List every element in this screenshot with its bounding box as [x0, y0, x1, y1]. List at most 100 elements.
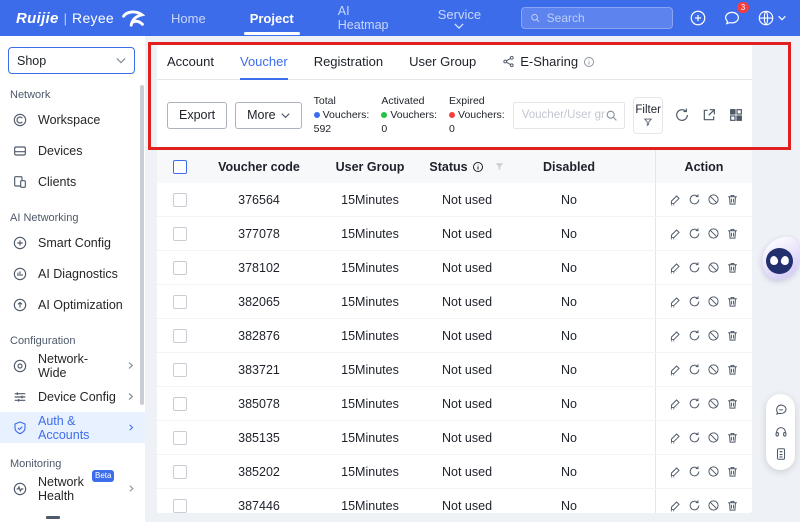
- header-user-group[interactable]: User Group: [315, 160, 425, 174]
- ban-icon[interactable]: [707, 499, 720, 512]
- row-checkbox[interactable]: [173, 430, 187, 445]
- nav-item-home[interactable]: Home: [167, 0, 210, 36]
- delete-icon[interactable]: [726, 193, 739, 206]
- row-checkbox[interactable]: [173, 498, 187, 513]
- sidebar-item-devices[interactable]: Devices: [0, 135, 145, 166]
- table-row[interactable]: 382065 15Minutes Not used No: [157, 285, 752, 319]
- delete-icon[interactable]: [726, 397, 739, 410]
- sidebar-scrollbar[interactable]: [140, 85, 144, 405]
- sidebar-item-clients[interactable]: Clients: [0, 166, 145, 197]
- search-icon[interactable]: [605, 109, 618, 122]
- edit-icon[interactable]: [669, 329, 682, 342]
- sidebar-item-workspace[interactable]: Workspace: [0, 104, 145, 135]
- delete-icon[interactable]: [726, 431, 739, 444]
- tab-registration[interactable]: Registration: [314, 44, 383, 79]
- ai-assistant-mascot[interactable]: [759, 233, 800, 283]
- export-button[interactable]: Export: [167, 101, 228, 129]
- nav-item-ai-heatmap[interactable]: AI Heatmap: [334, 0, 398, 36]
- tab-account[interactable]: Account: [167, 44, 214, 79]
- delete-icon[interactable]: [726, 329, 739, 342]
- grid-icon[interactable]: [728, 107, 744, 123]
- headset-icon[interactable]: [774, 425, 788, 439]
- nav-item-service[interactable]: Service: [434, 0, 485, 36]
- sidebar-item-auth-accounts[interactable]: Auth & Accounts: [0, 412, 145, 443]
- sidebar-item-device-config[interactable]: Device Config: [0, 381, 145, 412]
- table-row[interactable]: 377078 15Minutes Not used No: [157, 217, 752, 251]
- sidebar-item-network-wide[interactable]: Network-Wide: [0, 350, 145, 381]
- table-row[interactable]: 376564 15Minutes Not used No: [157, 183, 752, 217]
- voucher-search-input[interactable]: [521, 109, 606, 121]
- org-selector-dropdown[interactable]: Shop: [8, 47, 135, 74]
- nav-item-project[interactable]: Project: [243, 0, 300, 36]
- tab-e-sharing[interactable]: E-Sharing: [502, 44, 595, 79]
- language-selector[interactable]: [757, 9, 786, 27]
- row-checkbox[interactable]: [173, 226, 187, 241]
- feedback-chat-icon[interactable]: [774, 403, 788, 417]
- table-row[interactable]: 387446 15Minutes Not used No: [157, 489, 752, 513]
- edit-icon[interactable]: [669, 363, 682, 376]
- ban-icon[interactable]: [707, 397, 720, 410]
- ban-icon[interactable]: [707, 193, 720, 206]
- row-checkbox[interactable]: [173, 362, 187, 377]
- table-row[interactable]: 385135 15Minutes Not used No: [157, 421, 752, 455]
- global-search[interactable]: [521, 7, 673, 29]
- table-row[interactable]: 382876 15Minutes Not used No: [157, 319, 752, 353]
- search-input[interactable]: [546, 11, 664, 25]
- delete-icon[interactable]: [726, 261, 739, 274]
- renew-icon[interactable]: [688, 397, 701, 410]
- delete-icon[interactable]: [726, 363, 739, 376]
- renew-icon[interactable]: [688, 499, 701, 512]
- edit-icon[interactable]: [669, 193, 682, 206]
- row-checkbox[interactable]: [173, 260, 187, 275]
- sidebar-item-smart-config[interactable]: Smart Config: [0, 227, 145, 258]
- ban-icon[interactable]: [707, 329, 720, 342]
- ban-icon[interactable]: [707, 465, 720, 478]
- edit-icon[interactable]: [669, 295, 682, 308]
- delete-icon[interactable]: [726, 499, 739, 512]
- edit-icon[interactable]: [669, 431, 682, 444]
- info-icon[interactable]: [472, 161, 484, 173]
- funnel-icon[interactable]: [494, 161, 505, 172]
- renew-icon[interactable]: [688, 363, 701, 376]
- export-icon[interactable]: [701, 107, 717, 123]
- refresh-icon[interactable]: [674, 107, 690, 123]
- renew-icon[interactable]: [688, 227, 701, 240]
- sidebar-item-network-health[interactable]: Network Health Beta: [0, 470, 145, 504]
- ban-icon[interactable]: [707, 363, 720, 376]
- tab-user-group[interactable]: User Group: [409, 44, 476, 79]
- more-button[interactable]: More: [235, 101, 302, 129]
- sidebar-item-ai-diagnostics[interactable]: AI Diagnostics: [0, 258, 145, 289]
- edit-icon[interactable]: [669, 397, 682, 410]
- renew-icon[interactable]: [688, 329, 701, 342]
- edit-icon[interactable]: [669, 261, 682, 274]
- renew-icon[interactable]: [688, 261, 701, 274]
- row-checkbox[interactable]: [173, 464, 187, 479]
- table-row[interactable]: 385078 15Minutes Not used No: [157, 387, 752, 421]
- renew-icon[interactable]: [688, 431, 701, 444]
- row-checkbox[interactable]: [173, 328, 187, 343]
- renew-icon[interactable]: [688, 465, 701, 478]
- filter-button[interactable]: Filter: [633, 96, 663, 134]
- table-row[interactable]: 385202 15Minutes Not used No: [157, 455, 752, 489]
- renew-icon[interactable]: [688, 295, 701, 308]
- header-disabled[interactable]: Disabled: [509, 160, 629, 174]
- add-project-button[interactable]: [689, 8, 707, 28]
- ban-icon[interactable]: [707, 431, 720, 444]
- edit-icon[interactable]: [669, 465, 682, 478]
- brand-logo[interactable]: Ruijie | Reyee: [16, 9, 145, 27]
- ban-icon[interactable]: [707, 261, 720, 274]
- row-checkbox[interactable]: [173, 192, 187, 207]
- row-checkbox[interactable]: [173, 294, 187, 309]
- table-row[interactable]: 383721 15Minutes Not used No: [157, 353, 752, 387]
- select-all-checkbox[interactable]: [173, 159, 187, 174]
- header-voucher-code[interactable]: Voucher code: [203, 160, 315, 174]
- info-icon[interactable]: [583, 56, 595, 68]
- renew-icon[interactable]: [688, 193, 701, 206]
- header-status[interactable]: Status: [425, 160, 509, 174]
- messages-button[interactable]: 3: [723, 2, 749, 28]
- edit-icon[interactable]: [669, 227, 682, 240]
- survey-icon[interactable]: [774, 447, 788, 461]
- sidebar-item-ai-optimization[interactable]: AI Optimization: [0, 289, 145, 320]
- edit-icon[interactable]: [669, 499, 682, 512]
- delete-icon[interactable]: [726, 227, 739, 240]
